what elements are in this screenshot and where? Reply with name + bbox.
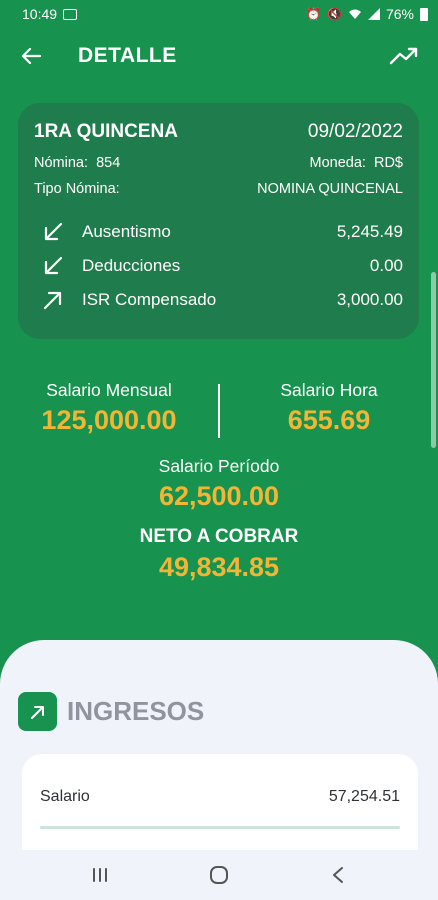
home-button[interactable] (204, 860, 234, 890)
item-label: ISR Compensado (82, 290, 217, 309)
salario-periodo-label: Salario Período (158, 456, 280, 476)
salario-periodo: Salario Período 62,500.00 (0, 456, 438, 512)
ingresos-badge (18, 692, 57, 731)
chevron-left-icon (333, 867, 344, 883)
salario-hora-label: Salario Hora (280, 380, 378, 400)
system-back-button[interactable] (323, 860, 353, 890)
period-title: 1RA QUINCENA (34, 121, 178, 142)
nomina-label: Nómina: (34, 155, 88, 171)
moneda-label: Moneda: (309, 155, 366, 171)
tipo-nomina-label: Tipo Nómina: (34, 181, 120, 197)
arrow-left-icon (21, 47, 41, 65)
salario-mensual: Salario Mensual 125,000.00 (9, 380, 209, 436)
payroll-summary-card: 1RA QUINCENA 09/02/2022 Nómina: 854 Mone… (18, 103, 419, 339)
signal-icon (367, 8, 380, 20)
battery-percent: 76% (385, 6, 414, 22)
item-label: Deducciones (82, 256, 181, 275)
neto-a-cobrar: NETO A COBRAR 49,834.85 (0, 526, 438, 583)
trending-up-icon (389, 47, 418, 65)
period-date: 09/02/2022 (307, 121, 403, 142)
salario-mensual-label: Salario Mensual (46, 380, 172, 400)
row-divider (40, 826, 400, 829)
page-title: DETALLE (78, 44, 177, 67)
ingresos-header: INGRESOS (18, 692, 204, 731)
image-notification-icon (63, 8, 78, 20)
battery-icon (420, 7, 428, 21)
moneda-value: RD$ (373, 155, 403, 171)
recent-apps-icon (92, 868, 107, 882)
trending-button[interactable] (388, 43, 420, 69)
item-label: Ausentismo (82, 222, 171, 241)
arrow-down-left-icon (40, 219, 66, 245)
summary-item-deducciones: Deducciones 0.00 (34, 249, 403, 283)
arrow-up-right-icon (40, 287, 66, 313)
item-value: 3,000.00 (336, 290, 403, 309)
status-bar: 10:49 ⏰ 🔇 76% (0, 0, 438, 28)
salario-periodo-value: 62,500.00 (158, 481, 280, 511)
item-value: 5,245.49 (336, 222, 403, 241)
neto-value: 49,834.85 (158, 552, 280, 582)
vertical-divider (218, 384, 220, 438)
home-icon (209, 866, 228, 884)
salario-hora: Salario Hora 655.69 (229, 380, 429, 436)
summary-item-isr-compensado: ISR Compensado 3,000.00 (34, 283, 403, 317)
salario-mensual-value: 125,000.00 (41, 405, 177, 435)
app-bar: DETALLE (0, 28, 438, 84)
wifi-icon (348, 9, 361, 19)
summary-item-ausentismo: Ausentismo 5,245.49 (34, 215, 403, 249)
nomina-value: 854 (96, 155, 121, 171)
nomina-field: Nómina: 854 (34, 155, 120, 171)
salario-hora-value: 655.69 (287, 405, 371, 435)
moneda-field: Moneda: RD$ (309, 155, 403, 171)
item-value: 0.00 (369, 256, 403, 275)
salary-summary: Salario Mensual 125,000.00 Salario Hora … (0, 380, 438, 583)
arrow-down-left-icon (40, 253, 66, 279)
neto-label: NETO A COBRAR (139, 526, 299, 547)
ingresos-title: INGRESOS (67, 696, 205, 726)
list-item[interactable]: Salario 57,254.51 (22, 788, 418, 806)
recent-apps-button[interactable] (85, 860, 115, 890)
income-value: 57,254.51 (328, 788, 400, 805)
alarm-icon: ⏰ (306, 7, 322, 21)
system-nav-bar (0, 850, 438, 900)
tipo-nomina-value: NOMINA QUINCENAL (257, 181, 403, 197)
income-label: Salario (40, 788, 90, 805)
back-button[interactable] (18, 43, 44, 69)
status-time: 10:49 (22, 6, 58, 22)
mute-icon: 🔇 (327, 7, 342, 21)
arrow-up-right-icon (30, 705, 44, 719)
